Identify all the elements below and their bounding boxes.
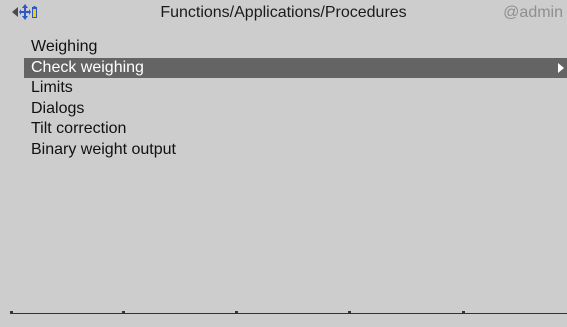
menu-item-label: Weighing	[31, 38, 98, 55]
softkey-divider	[235, 311, 238, 314]
menu-item-label: Binary weight output	[31, 140, 176, 158]
menu-item-check-weighing[interactable]: Check weighing	[24, 57, 567, 78]
softkey-bar	[10, 313, 567, 314]
menu-item-label: Dialogs	[31, 99, 85, 117]
softkey-divider	[462, 311, 465, 314]
arrow-right-icon	[558, 62, 564, 73]
menu-item-weighing[interactable]: Weighing	[24, 37, 567, 58]
menu-item-dialogs[interactable]: Dialogs	[24, 99, 567, 120]
menu-item-binary-weight-output[interactable]: Binary weight output	[24, 140, 567, 161]
user-label: @admin	[503, 4, 563, 21]
menu-item-label: Check weighing	[31, 58, 144, 76]
menu-item-label: Tilt correction	[31, 120, 127, 137]
function-menu: Weighing Check weighing Limits Dialogs T…	[24, 37, 567, 160]
page-title: Functions/Applications/Procedures	[160, 4, 407, 21]
menu-item-tilt-correction[interactable]: Tilt correction	[24, 119, 567, 140]
header-bar: Functions/Applications/Procedures @admin	[0, 0, 567, 24]
softkey-divider	[122, 311, 125, 314]
softkey-divider	[10, 311, 13, 314]
menu-item-label: Limits	[31, 79, 73, 96]
menu-item-limits[interactable]: Limits	[24, 78, 567, 99]
terminal-screen: Functions/Applications/Procedures @admin…	[0, 0, 567, 327]
softkey-divider	[348, 311, 351, 314]
